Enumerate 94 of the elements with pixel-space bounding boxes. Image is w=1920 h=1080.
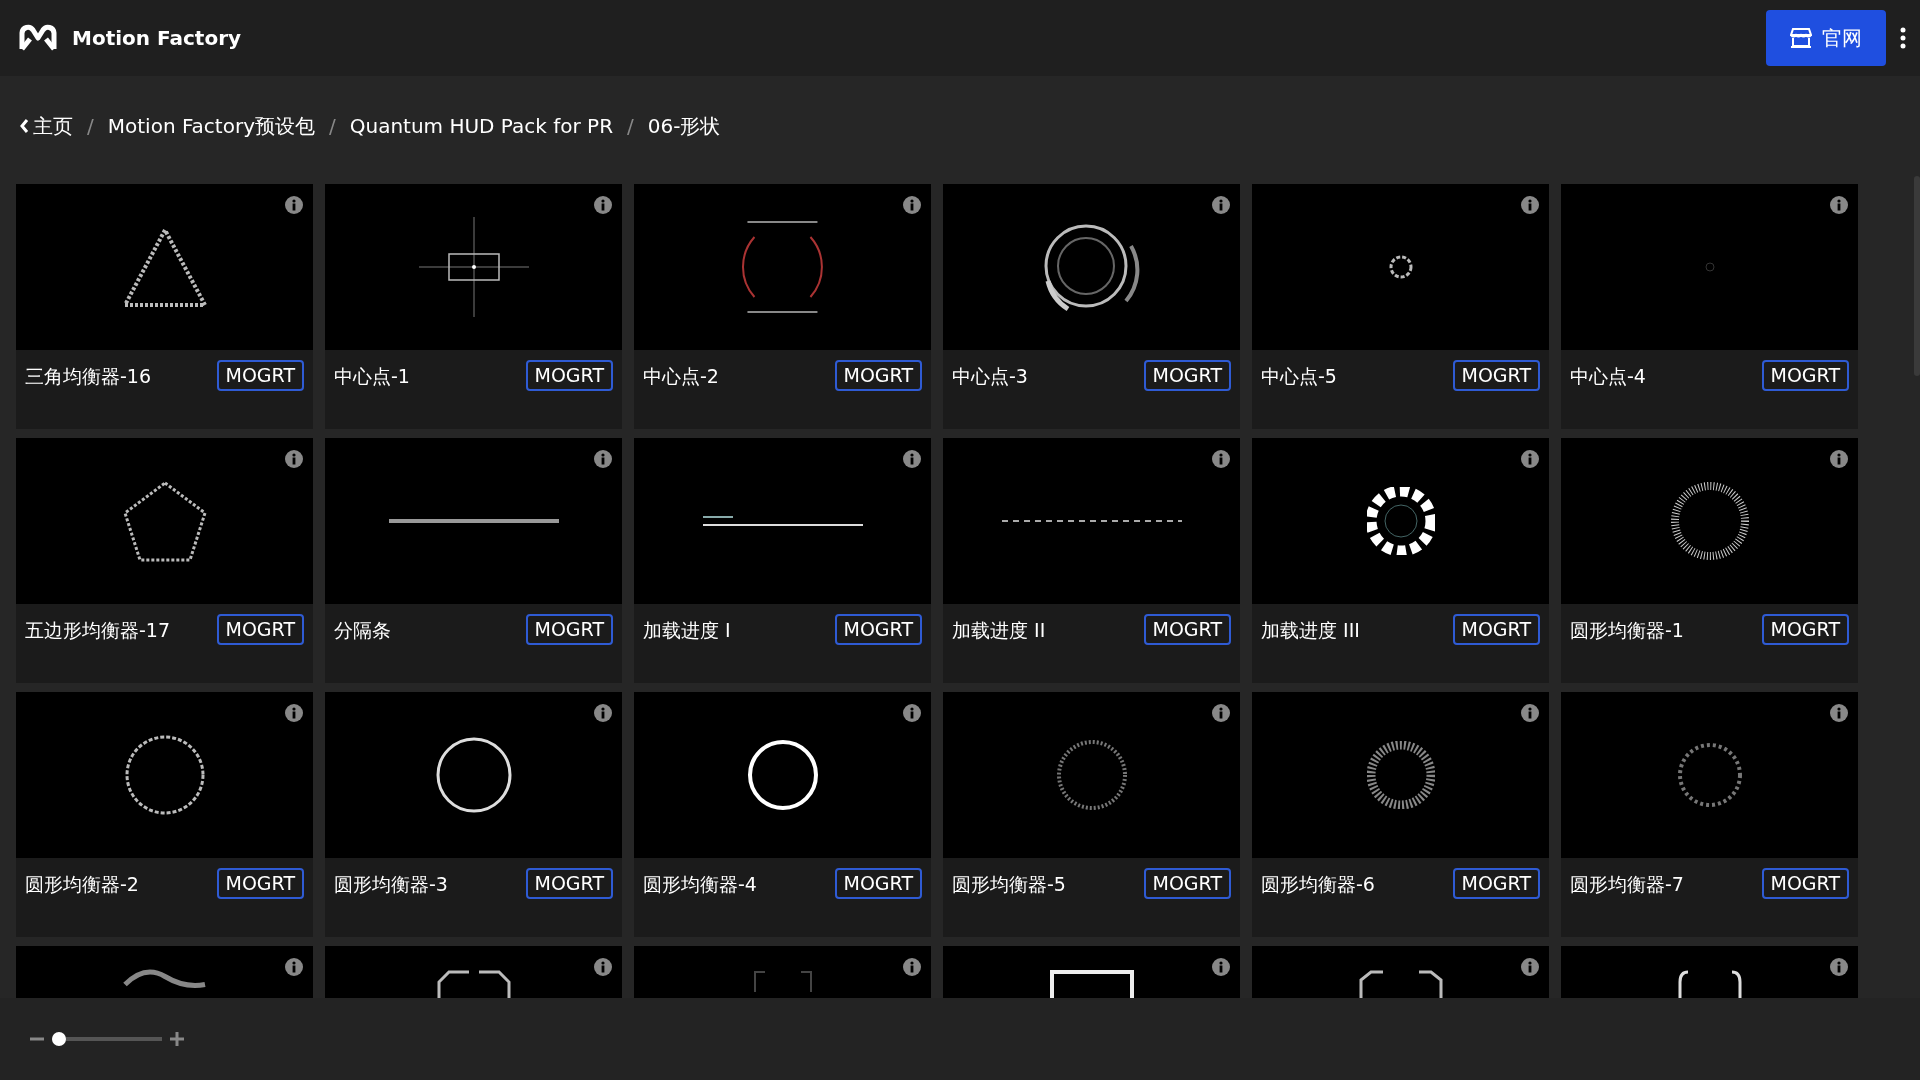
preset-card[interactable]: 加载进度 I MOGRT: [634, 438, 931, 683]
preset-title: 中心点-3: [952, 364, 1028, 389]
info-icon[interactable]: [1212, 196, 1230, 214]
preset-title: 圆形均衡器-1: [1570, 618, 1684, 643]
breadcrumb-separator: /: [328, 113, 336, 140]
preset-title: 五边形均衡器-17: [25, 618, 171, 643]
info-icon[interactable]: [1521, 196, 1539, 214]
info-icon[interactable]: [285, 196, 303, 214]
preset-title: 中心点-2: [643, 364, 719, 389]
info-icon[interactable]: [594, 196, 612, 214]
info-icon[interactable]: [1212, 704, 1230, 722]
preset-card[interactable]: 圆形均衡器-7 MOGRT: [1561, 692, 1858, 937]
preset-title: 圆形均衡器-6: [1261, 872, 1375, 897]
preset-card[interactable]: 圆形均衡器-5 MOGRT: [943, 692, 1240, 937]
mogrt-button[interactable]: MOGRT: [216, 868, 304, 899]
mogrt-button[interactable]: MOGRT: [1452, 360, 1540, 391]
info-icon[interactable]: [1830, 958, 1848, 976]
info-icon[interactable]: [903, 196, 921, 214]
mogrt-button[interactable]: MOGRT: [1761, 614, 1849, 645]
preview-drawing: [1366, 487, 1435, 555]
mogrt-button[interactable]: MOGRT: [834, 360, 922, 391]
preset-title: 圆形均衡器-4: [643, 872, 757, 897]
slider-thumb[interactable]: [52, 1032, 66, 1046]
mogrt-button[interactable]: MOGRT: [1143, 360, 1231, 391]
store-icon: [1790, 27, 1812, 49]
preset-card[interactable]: 圆形均衡器-4 MOGRT: [634, 692, 931, 937]
preset-card[interactable]: 圆形均衡器-6 MOGRT: [1252, 692, 1549, 937]
zoom-in-icon[interactable]: [170, 1032, 184, 1046]
preset-title: 加载进度 I: [643, 618, 731, 643]
breadcrumb-current: 06-形状: [647, 113, 721, 140]
info-icon[interactable]: [903, 958, 921, 976]
info-icon[interactable]: [903, 704, 921, 722]
mogrt-button[interactable]: MOGRT: [1761, 360, 1849, 391]
info-icon[interactable]: [1521, 958, 1539, 976]
mogrt-button[interactable]: MOGRT: [1452, 868, 1540, 899]
preview-drawing: [1366, 741, 1435, 809]
mogrt-button[interactable]: MOGRT: [834, 868, 922, 899]
info-icon[interactable]: [1830, 450, 1848, 468]
preset-card[interactable]: 中心点-2 MOGRT: [634, 184, 931, 429]
mogrt-button[interactable]: MOGRT: [1143, 614, 1231, 645]
breadcrumb-separator: /: [87, 113, 94, 140]
mogrt-button[interactable]: MOGRT: [1143, 868, 1231, 899]
mogrt-button[interactable]: MOGRT: [525, 360, 613, 391]
preset-card[interactable]: 加载进度 III MOGRT: [1252, 438, 1549, 683]
logo-icon: [18, 23, 58, 53]
preset-title: 圆形均衡器-7: [1570, 872, 1684, 897]
mogrt-button[interactable]: MOGRT: [216, 614, 304, 645]
info-icon[interactable]: [1521, 704, 1539, 722]
info-icon[interactable]: [594, 704, 612, 722]
info-icon[interactable]: [594, 958, 612, 976]
more-menu-icon[interactable]: [1898, 27, 1908, 49]
preset-title: 圆形均衡器-5: [952, 872, 1066, 897]
preset-card[interactable]: 圆形均衡器-3 MOGRT: [325, 692, 622, 937]
preset-card[interactable]: 三角均衡器-16 MOGRT: [16, 184, 313, 429]
preset-title: 三角均衡器-16: [25, 364, 152, 389]
mogrt-button[interactable]: MOGRT: [216, 360, 304, 391]
preset-card[interactable]: 五边形均衡器-17 MOGRT: [16, 438, 313, 683]
breadcrumb-separator: /: [627, 113, 634, 140]
chevron-left-icon: [20, 119, 29, 133]
mogrt-button[interactable]: MOGRT: [1761, 868, 1849, 899]
mogrt-button[interactable]: MOGRT: [525, 868, 613, 899]
info-icon[interactable]: [285, 958, 303, 976]
preset-card[interactable]: 中心点-5 MOGRT: [1252, 184, 1549, 429]
mogrt-button[interactable]: MOGRT: [834, 614, 922, 645]
breadcrumb-link[interactable]: Quantum HUD Pack for PR: [349, 111, 614, 141]
preset-title: 中心点-1: [334, 364, 410, 389]
preset-title: 中心点-5: [1261, 364, 1337, 389]
breadcrumb-link[interactable]: Motion Factory预设包: [107, 111, 315, 141]
info-icon[interactable]: [1830, 704, 1848, 722]
info-icon[interactable]: [285, 704, 303, 722]
info-icon[interactable]: [1521, 450, 1539, 468]
app-title: Motion Factory: [72, 25, 242, 52]
mogrt-button[interactable]: MOGRT: [525, 614, 613, 645]
breadcrumb-link[interactable]: 主页: [33, 111, 73, 141]
preset-card[interactable]: 中心点-4 MOGRT: [1561, 184, 1858, 429]
preset-title: 加载进度 II: [952, 618, 1046, 643]
preset-title: 加载进度 III: [1261, 618, 1360, 643]
info-icon[interactable]: [594, 450, 612, 468]
info-icon[interactable]: [285, 450, 303, 468]
preset-title: 圆形均衡器-2: [25, 872, 139, 897]
info-icon[interactable]: [903, 450, 921, 468]
info-icon[interactable]: [1212, 450, 1230, 468]
info-icon[interactable]: [1830, 196, 1848, 214]
preset-title: 分隔条: [334, 618, 391, 643]
preset-title: 圆形均衡器-3: [334, 872, 448, 897]
preset-card[interactable]: 圆形均衡器-2 MOGRT: [16, 692, 313, 937]
preview-drawing: [1675, 741, 1744, 809]
website-button[interactable]: 官网: [1766, 10, 1886, 66]
preset-card[interactable]: 中心点-1 MOGRT: [325, 184, 622, 429]
info-icon[interactable]: [1212, 958, 1230, 976]
preset-card[interactable]: 中心点-3 MOGRT: [943, 184, 1240, 429]
mogrt-button[interactable]: MOGRT: [1452, 614, 1540, 645]
preset-card[interactable]: 圆形均衡器-1 MOGRT: [1561, 438, 1858, 683]
preset-title: 中心点-4: [1570, 364, 1646, 389]
